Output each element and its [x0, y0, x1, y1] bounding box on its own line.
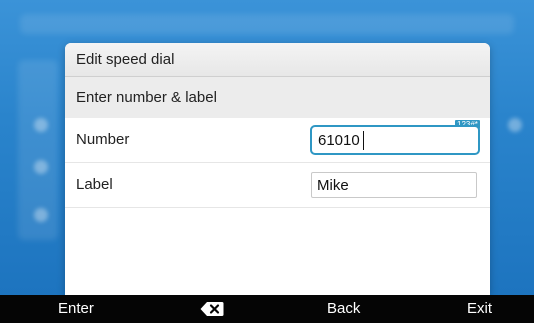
- phone-screen: Edit speed dial Enter number & label Num…: [0, 0, 534, 295]
- background-line-dot: [508, 118, 522, 132]
- enter-softkey[interactable]: Enter: [58, 295, 94, 323]
- dialog-title: Edit speed dial: [65, 43, 490, 77]
- label-label: Label: [76, 176, 113, 193]
- number-input[interactable]: [310, 125, 480, 155]
- backspace-icon[interactable]: [200, 301, 224, 317]
- label-input[interactable]: [311, 172, 477, 198]
- text-caret: [363, 131, 364, 150]
- back-softkey[interactable]: Back: [327, 295, 360, 323]
- number-label: Number: [76, 131, 130, 148]
- number-row: Number 123#*: [65, 118, 490, 163]
- exit-softkey[interactable]: Exit: [467, 295, 492, 323]
- edit-speed-dial-dialog: Edit speed dial Enter number & label Num…: [65, 43, 490, 295]
- dialog-subtitle: Enter number & label: [65, 77, 490, 118]
- label-row: Label: [65, 163, 490, 208]
- background-line-dot: [34, 118, 48, 132]
- softkey-bar: Enter Back Exit: [0, 295, 534, 323]
- background-header-bar: [20, 14, 514, 34]
- background-line-dot: [34, 160, 48, 174]
- background-line-dot: [34, 208, 48, 222]
